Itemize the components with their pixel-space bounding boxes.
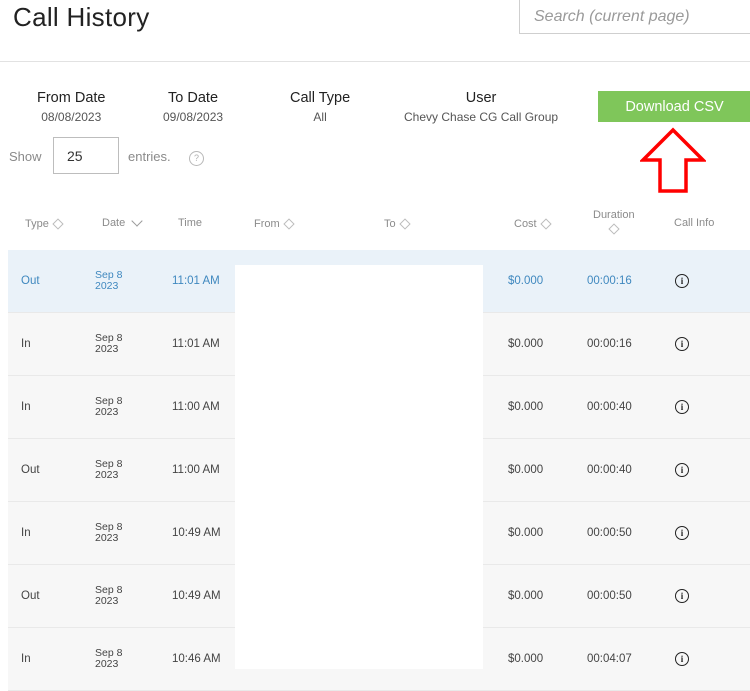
call-type: Out bbox=[21, 464, 40, 476]
header-divider bbox=[0, 61, 750, 62]
column-header-call-info: Call Info bbox=[674, 217, 714, 229]
show-label: Show bbox=[9, 149, 42, 164]
sort-icon bbox=[283, 218, 295, 230]
filter-to-date: To Date 09/08/2023 bbox=[163, 90, 223, 124]
column-label: Time bbox=[178, 217, 203, 229]
call-time: 11:01 AM bbox=[172, 275, 220, 287]
filter-call-type: Call Type All bbox=[290, 90, 350, 124]
column-label: To bbox=[384, 218, 396, 230]
filter-from-date: From Date 08/08/2023 bbox=[37, 90, 106, 124]
call-date: Sep 8 2023 bbox=[95, 521, 123, 544]
call-duration: 00:00:50 bbox=[587, 527, 632, 539]
search-input[interactable] bbox=[519, 0, 750, 34]
call-time: 11:00 AM bbox=[172, 401, 220, 413]
filter-label: From Date bbox=[37, 90, 106, 106]
column-header-to[interactable]: To bbox=[384, 218, 411, 230]
entries-label: entries. bbox=[128, 149, 171, 164]
call-duration: 00:00:40 bbox=[587, 401, 632, 413]
column-header-duration[interactable]: Duration bbox=[593, 209, 635, 235]
call-time: 10:46 AM bbox=[172, 653, 221, 665]
info-icon[interactable]: i bbox=[675, 589, 689, 603]
info-icon[interactable]: i bbox=[675, 274, 689, 288]
info-icon[interactable]: i bbox=[675, 400, 689, 414]
call-type: Out bbox=[21, 590, 40, 602]
filter-value: Chevy Chase CG Call Group bbox=[404, 110, 559, 124]
call-cost: $0.000 bbox=[508, 464, 544, 476]
call-cost: $0.000 bbox=[508, 653, 544, 665]
column-header-from[interactable]: From bbox=[254, 218, 295, 230]
sort-icon bbox=[608, 223, 620, 235]
filter-label: To Date bbox=[168, 90, 219, 106]
filter-label: Call Type bbox=[290, 90, 351, 106]
info-icon[interactable]: i bbox=[675, 337, 689, 351]
call-duration: 00:00:16 bbox=[587, 338, 632, 350]
call-cost: $0.000 bbox=[508, 401, 544, 413]
call-cost: $0.000 bbox=[508, 275, 544, 287]
redacted-from-to-area bbox=[235, 265, 483, 669]
call-date: Sep 8 2023 bbox=[95, 269, 123, 292]
info-icon[interactable]: i bbox=[675, 463, 689, 477]
call-duration: 00:00:50 bbox=[587, 590, 632, 602]
page-title: Call History bbox=[13, 2, 150, 32]
call-time: 10:49 AM bbox=[172, 590, 221, 602]
call-duration: 00:00:40 bbox=[587, 464, 632, 476]
up-arrow-annotation-icon bbox=[640, 127, 706, 193]
column-label: Call Info bbox=[674, 217, 715, 229]
call-time: 11:01 AM bbox=[172, 338, 220, 350]
column-label: Duration bbox=[593, 209, 635, 221]
info-icon[interactable]: i bbox=[675, 526, 689, 540]
call-date: Sep 8 2023 bbox=[95, 647, 123, 670]
call-duration: 00:04:07 bbox=[587, 653, 632, 665]
column-label: Cost bbox=[514, 218, 537, 230]
column-header-date[interactable]: Date bbox=[102, 215, 143, 229]
call-type: Out bbox=[21, 275, 40, 287]
call-date: Sep 8 2023 bbox=[95, 395, 123, 418]
call-time: 10:49 AM bbox=[172, 527, 221, 539]
column-label: Type bbox=[25, 218, 49, 230]
filter-value: All bbox=[313, 110, 327, 124]
filter-value: 08/08/2023 bbox=[41, 110, 102, 124]
info-icon[interactable]: i bbox=[675, 652, 689, 666]
call-cost: $0.000 bbox=[508, 527, 544, 539]
column-label: From bbox=[254, 218, 280, 230]
sort-descending-icon bbox=[131, 215, 143, 227]
call-date: Sep 8 2023 bbox=[95, 584, 123, 607]
sort-icon bbox=[398, 218, 411, 230]
call-type: In bbox=[21, 401, 31, 413]
help-icon[interactable]: ? bbox=[189, 151, 204, 166]
call-type: In bbox=[21, 527, 31, 539]
download-csv-button[interactable]: Download CSV bbox=[598, 91, 750, 122]
filter-value: 09/08/2023 bbox=[163, 110, 224, 124]
call-duration: 00:00:16 bbox=[587, 275, 632, 287]
column-header-time: Time bbox=[178, 217, 202, 229]
column-label: Date bbox=[102, 217, 126, 229]
call-date: Sep 8 2023 bbox=[95, 332, 123, 355]
call-date: Sep 8 2023 bbox=[95, 458, 123, 481]
call-cost: $0.000 bbox=[508, 590, 544, 602]
column-header-type[interactable]: Type bbox=[25, 218, 64, 230]
entries-per-page-input[interactable] bbox=[53, 137, 119, 174]
call-type: In bbox=[21, 338, 31, 350]
sort-icon bbox=[52, 218, 64, 230]
call-cost: $0.000 bbox=[508, 338, 544, 350]
column-header-cost[interactable]: Cost bbox=[514, 218, 552, 230]
call-type: In bbox=[21, 653, 31, 665]
sort-icon bbox=[539, 218, 552, 230]
filter-user: User Chevy Chase CG Call Group bbox=[404, 90, 558, 124]
call-time: 11:00 AM bbox=[172, 464, 220, 476]
filter-label: User bbox=[465, 90, 497, 106]
